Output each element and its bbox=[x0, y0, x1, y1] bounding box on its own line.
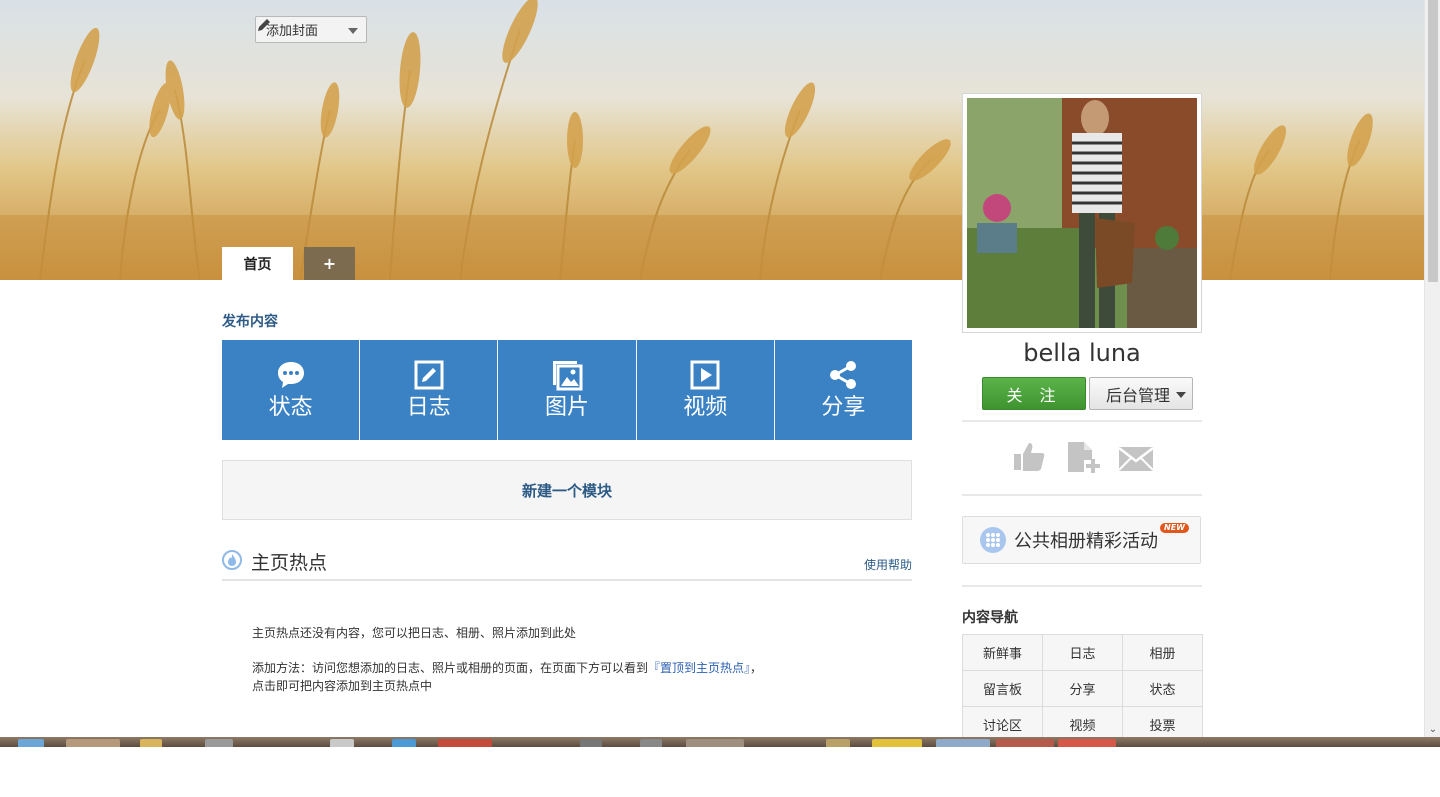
new-module-button[interactable]: 新建一个模块 bbox=[222, 460, 912, 520]
hot-method-prefix: 添加方法：访问您想添加的日志、照片或相册的页面，在页面下方可以看到 bbox=[252, 661, 649, 675]
hot-section-header: 主页热点 使用帮助 bbox=[222, 546, 912, 581]
taskbar-app-icon[interactable] bbox=[330, 739, 354, 747]
taskbar-folder-icon[interactable] bbox=[140, 739, 162, 747]
divider bbox=[962, 494, 1202, 496]
taskbar-app-icon[interactable] bbox=[996, 739, 1054, 747]
publish-video-label: 视频 bbox=[683, 395, 728, 420]
grid-dots-icon bbox=[980, 527, 1006, 553]
edit-note-icon bbox=[414, 360, 444, 390]
tab-add[interactable]: + bbox=[304, 247, 355, 280]
nav-item-news[interactable]: 新鲜事 bbox=[963, 635, 1043, 671]
help-link[interactable]: 使用帮助 bbox=[864, 556, 912, 573]
scroll-down-arrow-icon[interactable]: ⌄ bbox=[1428, 725, 1438, 735]
admin-label: 后台管理 bbox=[1106, 385, 1171, 405]
nav-item-status[interactable]: 状态 bbox=[1123, 671, 1203, 707]
add-cover-label: 添加封面 bbox=[266, 24, 319, 39]
public-album-activity-banner[interactable]: 公共相册精彩活动 NEW bbox=[962, 516, 1201, 564]
taskbar-app-icon[interactable] bbox=[438, 739, 492, 747]
taskbar-browser-icon[interactable] bbox=[392, 739, 416, 747]
publish-photo-button[interactable]: 图片 bbox=[498, 340, 637, 440]
hot-method-suffix: ， bbox=[750, 661, 763, 675]
content-nav-title: 内容导航 bbox=[962, 610, 1018, 626]
taskbar-app-icon[interactable] bbox=[580, 739, 602, 747]
page-root: 添加封面 首页 + 发布内容 状态 日志 图片 视频 分享 新建一个模块 主页热… bbox=[0, 0, 1440, 797]
hot-title: 主页热点 bbox=[251, 552, 328, 574]
taskbar-app-icon[interactable] bbox=[205, 739, 233, 747]
video-play-icon bbox=[690, 360, 720, 390]
hot-empty-message: 主页热点还没有内容，您可以把日志、相册、照片添加到此处 添加方法：访问您想添加的… bbox=[252, 624, 872, 695]
publish-photo-label: 图片 bbox=[545, 395, 590, 420]
thumbs-up-icon[interactable] bbox=[1012, 440, 1046, 478]
taskbar-app-icon[interactable] bbox=[686, 739, 744, 747]
pin-to-hot-link[interactable]: 『置顶到主页热点』 bbox=[648, 661, 750, 675]
mail-icon[interactable] bbox=[1118, 440, 1154, 480]
taskbar-app-icon[interactable] bbox=[66, 739, 120, 747]
publish-share-button[interactable]: 分享 bbox=[774, 340, 913, 440]
admin-dropdown-button[interactable]: 后台管理 bbox=[1089, 377, 1193, 410]
follow-button[interactable]: 关 注 bbox=[982, 377, 1086, 410]
pencil-icon bbox=[258, 19, 270, 31]
image-icon bbox=[553, 361, 583, 391]
chevron-down-icon bbox=[1176, 392, 1186, 398]
publish-blog-label: 日志 bbox=[406, 395, 451, 420]
share-icon bbox=[830, 361, 857, 389]
taskbar-app-icon[interactable] bbox=[826, 739, 850, 747]
publish-blog-button[interactable]: 日志 bbox=[360, 340, 499, 440]
nav-item-share[interactable]: 分享 bbox=[1043, 671, 1123, 707]
add-cover-button[interactable]: 添加封面 bbox=[255, 16, 367, 43]
os-taskbar bbox=[0, 737, 1440, 797]
nav-item-blog[interactable]: 日志 bbox=[1043, 635, 1123, 671]
activity-label: 公共相册精彩活动 bbox=[1014, 531, 1158, 552]
new-badge: NEW bbox=[1160, 523, 1189, 533]
publish-share-label: 分享 bbox=[821, 395, 866, 420]
nav-item-guestbook[interactable]: 留言板 bbox=[963, 671, 1043, 707]
profile-actions bbox=[1012, 440, 1154, 476]
taskbar-app-icon[interactable] bbox=[1058, 739, 1116, 747]
add-page-icon[interactable] bbox=[1064, 440, 1100, 480]
publish-status-label: 状态 bbox=[268, 395, 313, 420]
chevron-down-icon bbox=[348, 28, 358, 34]
chat-bubble-icon bbox=[277, 362, 304, 388]
publish-toolbar: 状态 日志 图片 视频 分享 bbox=[222, 340, 913, 440]
scrollbar-thumb[interactable] bbox=[1428, 0, 1438, 282]
taskbar-app-icon[interactable] bbox=[640, 739, 662, 747]
publish-video-button[interactable]: 视频 bbox=[636, 340, 775, 440]
cover-banner: 添加封面 首页 + bbox=[0, 0, 1424, 280]
avatar-photo bbox=[967, 98, 1197, 328]
divider bbox=[962, 420, 1202, 422]
taskbar-app-icon[interactable] bbox=[936, 739, 990, 747]
username: bella luna bbox=[1023, 339, 1141, 367]
content-nav-grid: 新鲜事 日志 相册 留言板 分享 状态 讨论区 视频 投票 bbox=[962, 634, 1203, 743]
start-orb-icon[interactable] bbox=[18, 739, 44, 747]
hot-empty-text: 主页热点还没有内容，您可以把日志、相册、照片添加到此处 bbox=[252, 626, 577, 640]
flame-icon bbox=[222, 550, 242, 570]
divider bbox=[962, 585, 1202, 587]
hot-method-line: 添加方法：访问您想添加的日志、照片或相册的页面，在页面下方可以看到『置顶到主页热… bbox=[252, 659, 872, 677]
publish-status-button[interactable]: 状态 bbox=[222, 340, 361, 440]
wheat-field-image bbox=[0, 0, 1424, 280]
taskbar-app-icon[interactable] bbox=[872, 739, 922, 747]
vertical-scrollbar[interactable]: ⌄ bbox=[1424, 0, 1440, 737]
hot-method-line2: 点击即可把内容添加到主页热点中 bbox=[252, 679, 433, 693]
nav-item-album[interactable]: 相册 bbox=[1123, 635, 1203, 671]
publish-title: 发布内容 bbox=[222, 314, 278, 330]
avatar[interactable] bbox=[962, 93, 1202, 333]
tab-home[interactable]: 首页 bbox=[222, 247, 293, 280]
